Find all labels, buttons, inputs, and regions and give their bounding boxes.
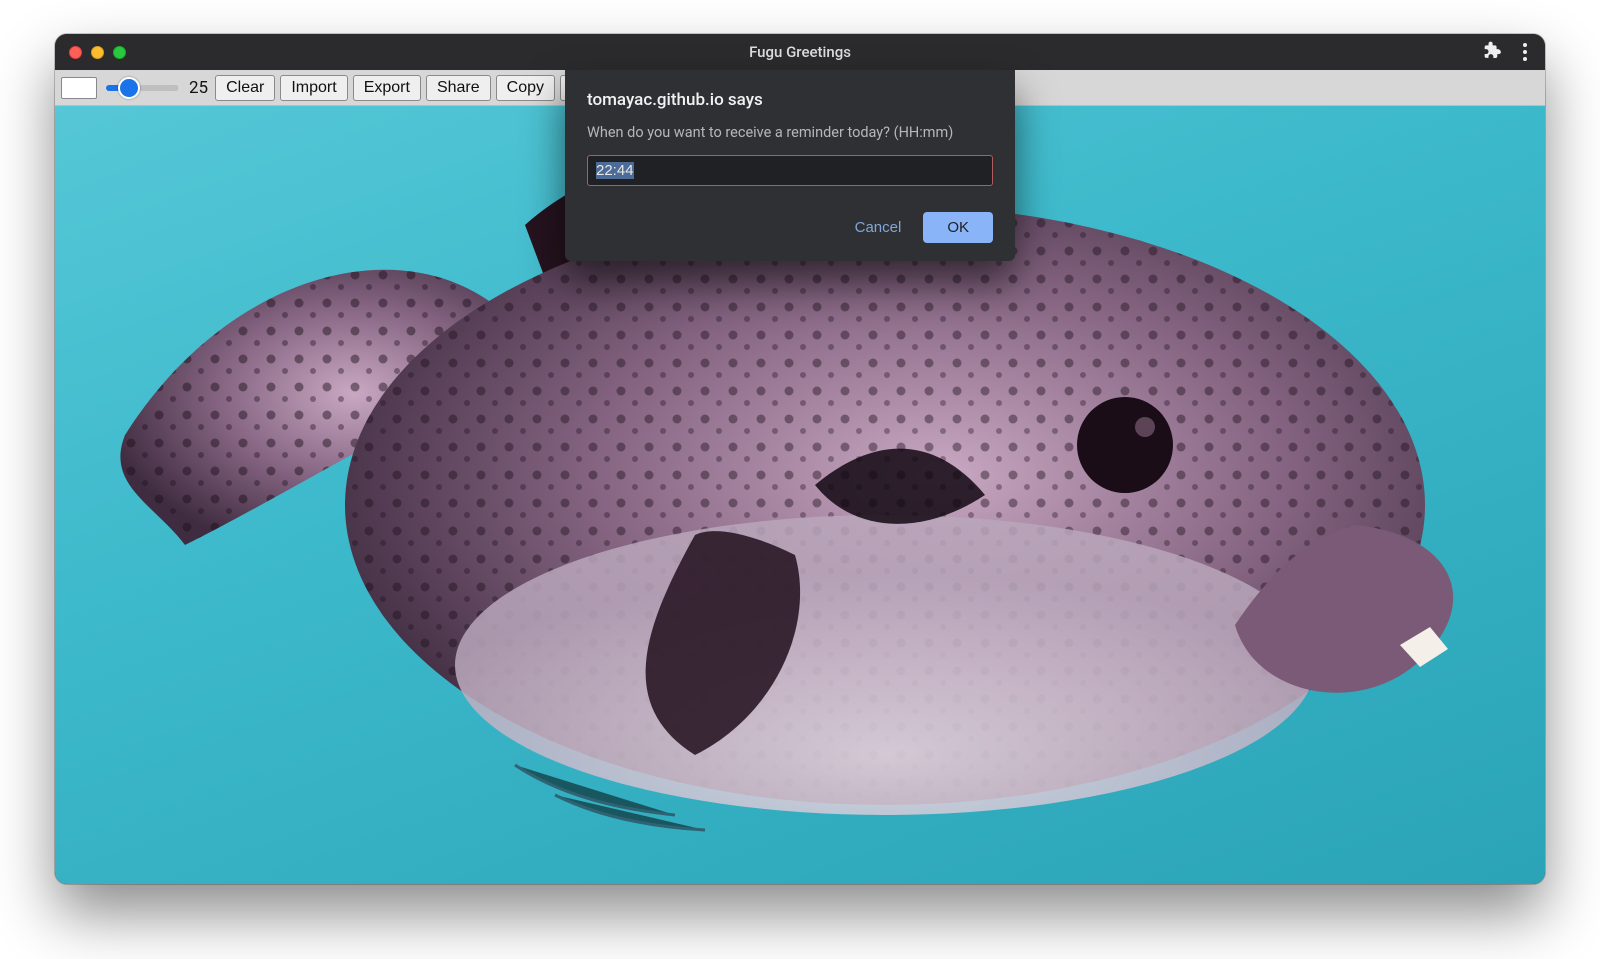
js-prompt-dialog: tomayac.github.io says When do you want … xyxy=(565,70,1015,261)
app-window: Fugu Greetings 25 Clear Import Export Sh… xyxy=(55,34,1545,884)
titlebar: Fugu Greetings xyxy=(55,34,1545,70)
prompt-input[interactable] xyxy=(587,155,993,186)
color-swatch[interactable] xyxy=(61,77,97,99)
maximize-window-button[interactable] xyxy=(113,46,126,59)
close-window-button[interactable] xyxy=(69,46,82,59)
share-button[interactable]: Share xyxy=(426,75,491,101)
prompt-origin: tomayac.github.io says xyxy=(587,90,993,110)
minimize-window-button[interactable] xyxy=(91,46,104,59)
prompt-cancel-button[interactable]: Cancel xyxy=(855,219,902,236)
clear-button[interactable]: Clear xyxy=(215,75,275,101)
export-button[interactable]: Export xyxy=(353,75,421,101)
copy-button[interactable]: Copy xyxy=(496,75,555,101)
kebab-menu-icon[interactable] xyxy=(1519,39,1531,65)
window-controls xyxy=(69,46,126,59)
window-title: Fugu Greetings xyxy=(55,43,1545,61)
prompt-message: When do you want to receive a reminder t… xyxy=(587,124,993,141)
brush-size-value: 25 xyxy=(189,78,208,98)
prompt-ok-button[interactable]: OK xyxy=(923,212,993,243)
brush-size-slider[interactable] xyxy=(106,85,178,91)
import-button[interactable]: Import xyxy=(280,75,347,101)
extensions-icon[interactable] xyxy=(1481,40,1501,64)
